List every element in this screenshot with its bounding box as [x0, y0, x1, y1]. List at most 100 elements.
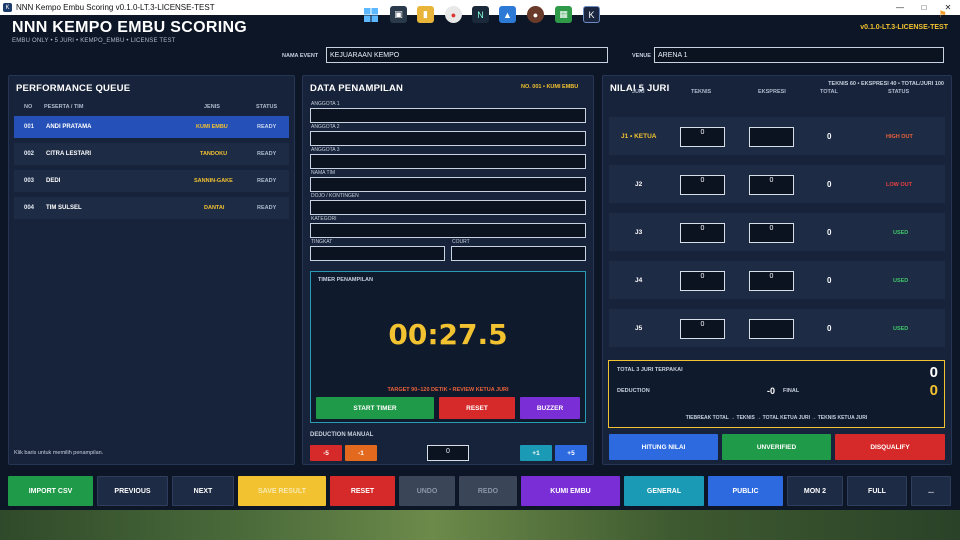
app-title: NNN KEMPO EMBU SCORING: [12, 19, 248, 36]
teknis-input[interactable]: 0: [680, 223, 725, 243]
queue-row-jenis: SANNIN-GAKE: [194, 178, 233, 184]
juri-total: 0: [827, 132, 832, 141]
anggota1-input[interactable]: [310, 108, 586, 123]
windows-start-icon[interactable]: [362, 6, 379, 23]
juri-status: USED: [893, 230, 909, 236]
anggota3-input[interactable]: [310, 154, 586, 169]
deduct-plus5-button[interactable]: +5: [555, 445, 587, 461]
notification-bell-icon[interactable]: ⚑: [934, 6, 951, 23]
maximize-icon[interactable]: □: [912, 0, 936, 15]
redo-button[interactable]: REDO: [459, 476, 517, 506]
event-name-input[interactable]: [326, 47, 608, 63]
summary-final-label: FINAL: [783, 388, 800, 394]
tingkat-input[interactable]: [310, 246, 445, 261]
kumi-embu-button[interactable]: KUMI EMBU: [521, 476, 620, 506]
disqualify-button[interactable]: DISQUALIFY: [835, 434, 945, 460]
app-icon: K: [3, 3, 12, 12]
buzzer-button[interactable]: BUZZER: [520, 397, 580, 419]
timer-reset-button[interactable]: RESET: [439, 397, 515, 419]
app-icon-n[interactable]: N: [472, 6, 489, 23]
queue-header-status: STATUS: [256, 104, 278, 110]
juri-name: J3: [635, 229, 643, 236]
timer-display: 00:27.5: [388, 318, 508, 351]
public-button[interactable]: PUBLIC: [708, 476, 783, 506]
full-button[interactable]: FULL: [847, 476, 907, 506]
juri-name: J5: [635, 325, 643, 332]
bottom-reset-button[interactable]: RESET: [330, 476, 395, 506]
summary-total-label: TOTAL 3 JURI TERPAKAI: [617, 367, 683, 373]
task-view-icon[interactable]: ▣: [390, 6, 407, 23]
mon2-button[interactable]: MON 2: [787, 476, 843, 506]
ekspresi-input[interactable]: 0: [749, 223, 794, 243]
kategori-input[interactable]: [310, 223, 586, 238]
hitung-nilai-button[interactable]: HITUNG NILAI: [609, 434, 718, 460]
queue-row-jenis: TANDOKU: [200, 151, 228, 157]
nama-tim-input[interactable]: [310, 177, 586, 192]
file-explorer-icon[interactable]: ▮: [417, 6, 434, 23]
chrome-icon[interactable]: ●: [445, 6, 462, 23]
unverified-button[interactable]: UNVERIFIED: [722, 434, 831, 460]
import-csv-button[interactable]: IMPORT CSV: [8, 476, 93, 506]
kategori-label: KATEGORI: [311, 216, 337, 222]
summary-total-value: 0: [929, 364, 938, 381]
court-input[interactable]: [451, 246, 586, 261]
deduction-input[interactable]: 0: [427, 445, 469, 461]
undo-button[interactable]: UNDO: [399, 476, 455, 506]
ekspresi-input[interactable]: [749, 127, 794, 147]
save-result-button[interactable]: SAVE RESULT: [238, 476, 326, 506]
previous-button[interactable]: PREVIOUS: [97, 476, 168, 506]
teknis-input[interactable]: 0: [680, 175, 725, 195]
deduct-minus5-button[interactable]: -5: [310, 445, 342, 461]
court-label: COURT: [452, 239, 470, 245]
queue-row-jenis: KUMI EMBU: [196, 124, 228, 130]
minimize-icon[interactable]: —: [888, 0, 912, 15]
queue-row-name: ANDI PRATAMA: [46, 124, 92, 130]
venue-input[interactable]: [654, 47, 944, 63]
queue-row[interactable]: 001 ANDI PRATAMA KUMI EMBU READY: [14, 116, 289, 138]
queue-header-no: NO: [24, 104, 33, 110]
event-name-label: NAMA EVENT: [282, 53, 319, 59]
teknis-input[interactable]: 0: [680, 127, 725, 147]
more-button[interactable]: ...: [911, 476, 951, 506]
dojo-label: DOJO / KONTINGEN: [311, 193, 359, 199]
queue-hint: Klik baris untuk memilih penampilan.: [14, 450, 104, 456]
dojo-input[interactable]: [310, 200, 586, 215]
juri-name: J1 • KETUA: [621, 133, 657, 140]
anggota1-label: ANGGOTA 1: [311, 101, 340, 107]
ekspresi-input[interactable]: 0: [749, 271, 794, 291]
nilai-subtitle: TEKNIS 60 • EKSPRESI 40 • TOTAL/JURI 100: [828, 81, 944, 87]
queue-row[interactable]: 002 CITRA LESTARI TANDOKU READY: [14, 143, 289, 165]
spreadsheet-icon[interactable]: ▦: [555, 6, 572, 23]
next-button[interactable]: NEXT: [172, 476, 234, 506]
start-timer-button[interactable]: START TIMER: [316, 397, 434, 419]
deduct-plus1-button[interactable]: +1: [520, 445, 552, 461]
data-title: DATA PENAMPILAN: [310, 83, 404, 94]
juri-status: USED: [893, 278, 909, 284]
general-button[interactable]: GENERAL: [624, 476, 704, 506]
app-subtitle: EMBU ONLY • 5 JURI • KEMPO_EMBU • LICENS…: [12, 38, 176, 44]
queue-row[interactable]: 003 DEDI SANNIN-GAKE READY: [14, 170, 289, 192]
kempo-app-taskbar-icon[interactable]: K: [583, 6, 600, 23]
juri-status: HIGH OUT: [886, 134, 913, 140]
tiebreak-note: TIEBREAK TOTAL → TEKNIS → TOTAL KETUA JU…: [685, 415, 868, 421]
version-label: v0.1.0-LT.3-LICENSE-TEST: [860, 24, 948, 31]
ekspresi-input[interactable]: [749, 319, 794, 339]
teknis-input[interactable]: 0: [680, 271, 725, 291]
nilai-header-juri: JURI: [632, 89, 645, 95]
photos-icon[interactable]: ▲: [499, 6, 516, 23]
teknis-input[interactable]: 0: [680, 319, 725, 339]
queue-row-no: 001: [24, 124, 35, 130]
queue-row-name: TIM SULSEL: [46, 205, 82, 211]
app-icon-orb[interactable]: ●: [527, 6, 544, 23]
anggota3-label: ANGGOTA 3: [311, 147, 340, 153]
queue-row[interactable]: 004 TIM SULSEL DANTAI READY: [14, 197, 289, 219]
juri-status: USED: [893, 326, 909, 332]
anggota2-input[interactable]: [310, 131, 586, 146]
nilai-header-ekspresi: EKSPRESI: [758, 89, 786, 95]
ekspresi-input[interactable]: 0: [749, 175, 794, 195]
queue-row-jenis: DANTAI: [204, 205, 225, 211]
queue-row-name: DEDI: [46, 178, 61, 184]
deduct-minus1-button[interactable]: -1: [345, 445, 377, 461]
os-taskbar: [0, 510, 960, 540]
anggota2-label: ANGGOTA 2: [311, 124, 340, 130]
